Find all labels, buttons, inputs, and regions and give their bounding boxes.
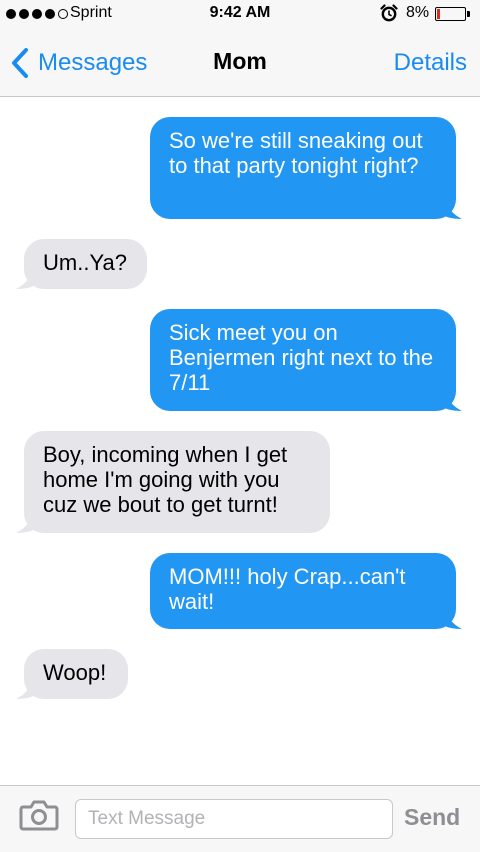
- message-text: So we're still sneaking out to that part…: [169, 128, 423, 178]
- alarm-clock-icon: [380, 4, 398, 22]
- outgoing-message-bubble[interactable]: MOM!!! holy Crap...can't wait!: [150, 553, 456, 629]
- battery-icon: [435, 7, 466, 21]
- messages-screen: Sprint 9:42 AM 8% Messages Mom Details S…: [0, 0, 480, 852]
- outgoing-bubble-tail: [440, 201, 462, 219]
- incoming-bubble-tail: [16, 515, 38, 533]
- battery-percentage: 8%: [406, 4, 430, 21]
- battery-nub: [467, 11, 470, 17]
- message-text: Woop!: [43, 660, 107, 685]
- details-button[interactable]: Details: [394, 49, 467, 77]
- outgoing-bubble-tail: [440, 393, 462, 411]
- incoming-bubble-tail: [16, 681, 38, 699]
- status-bar: Sprint 9:42 AM 8%: [0, 0, 480, 28]
- battery-level-fill: [437, 9, 440, 19]
- message-text: Boy, incoming when I get home I'm going …: [43, 442, 288, 517]
- incoming-message-bubble[interactable]: Um..Ya?: [24, 239, 147, 289]
- camera-icon[interactable]: [19, 799, 59, 831]
- incoming-message-bubble[interactable]: Woop!: [24, 649, 128, 699]
- message-text: Um..Ya?: [43, 250, 127, 275]
- incoming-message-bubble[interactable]: Boy, incoming when I get home I'm going …: [24, 431, 330, 533]
- message-thread[interactable]: So we're still sneaking out to that part…: [0, 97, 480, 785]
- outgoing-bubble-tail: [440, 611, 462, 629]
- outgoing-message-bubble[interactable]: Sick meet you on Benjermen right next to…: [150, 309, 456, 411]
- incoming-bubble-tail: [16, 271, 38, 289]
- message-text: MOM!!! holy Crap...can't wait!: [169, 564, 406, 614]
- outgoing-message-bubble[interactable]: So we're still sneaking out to that part…: [150, 117, 456, 219]
- message-text: Sick meet you on Benjermen right next to…: [169, 320, 434, 395]
- message-composer: Send: [0, 785, 480, 852]
- navigation-bar: Messages Mom Details: [0, 28, 480, 97]
- text-message-input[interactable]: [75, 799, 393, 839]
- send-button[interactable]: Send: [404, 804, 460, 831]
